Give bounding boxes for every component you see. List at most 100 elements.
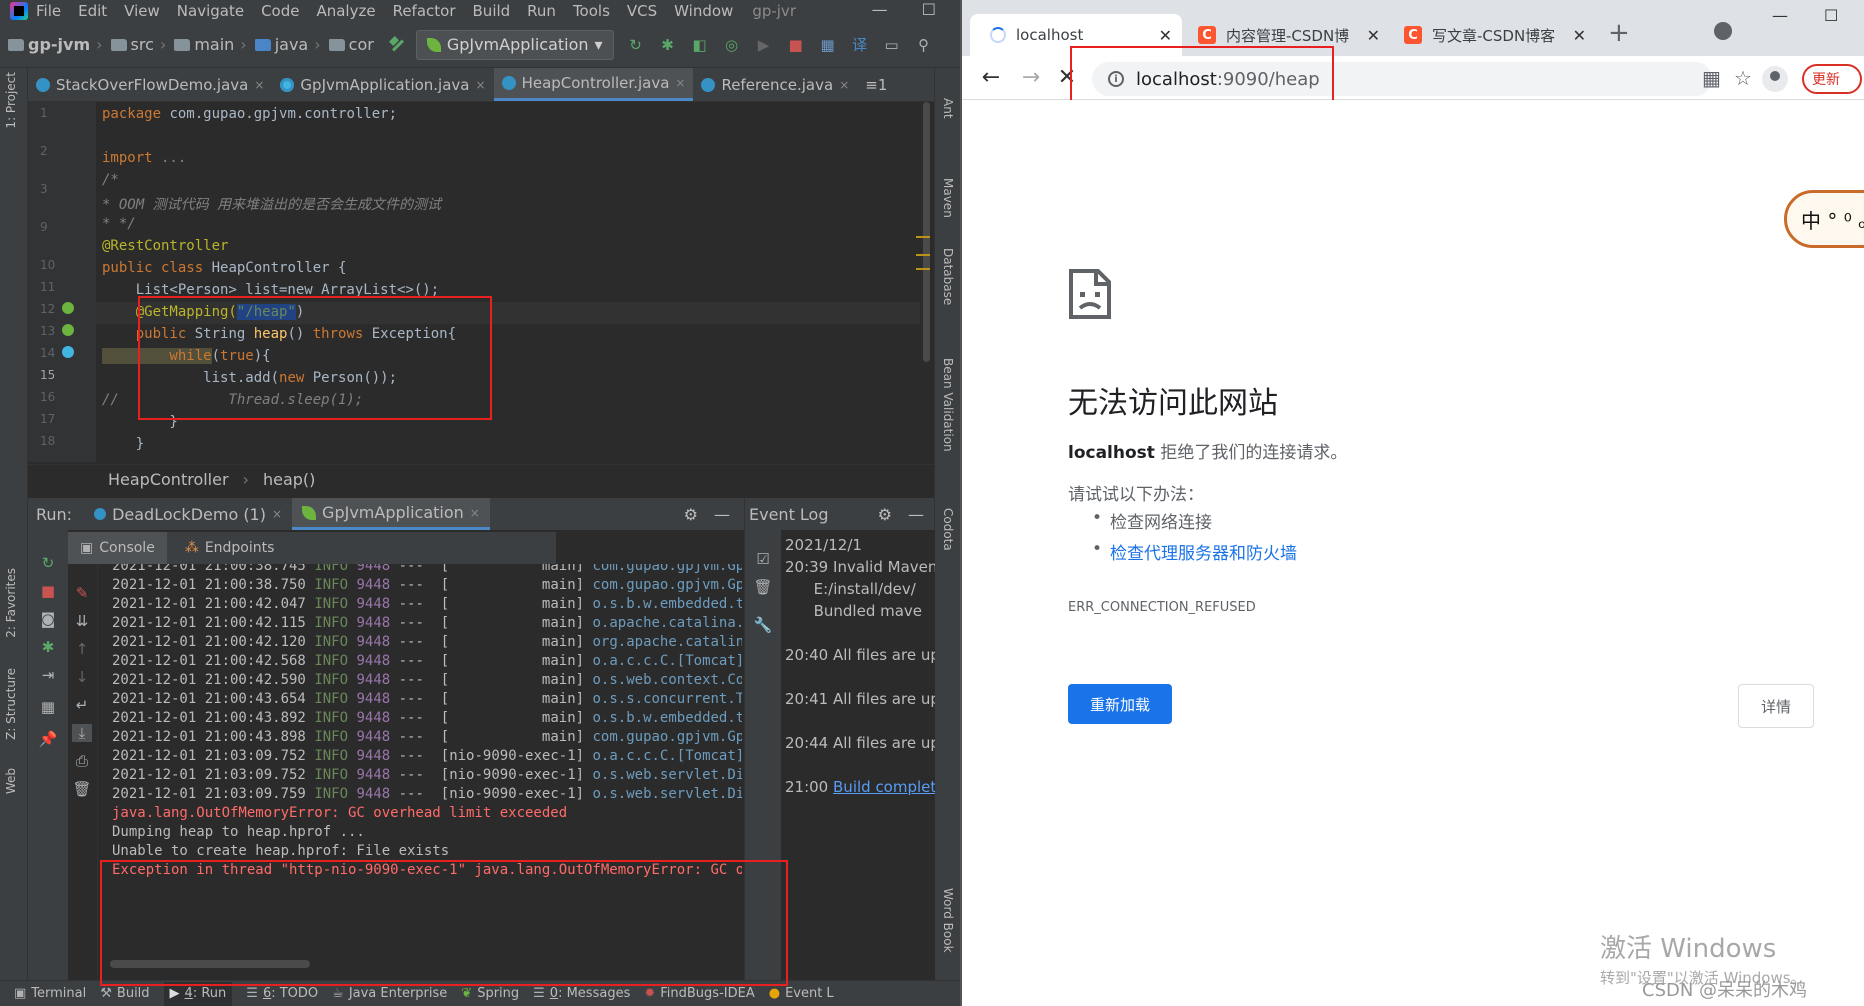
- menu-edit[interactable]: Edit: [78, 2, 107, 20]
- maximize-icon[interactable]: ☐: [1824, 6, 1838, 25]
- console-horizontal-scrollbar[interactable]: [110, 960, 310, 968]
- arrow-down-icon[interactable]: ↓: [72, 668, 92, 686]
- terminal-window-icon[interactable]: ▭: [882, 35, 902, 55]
- menu-refactor[interactable]: Refactor: [393, 2, 456, 20]
- build-completed-link[interactable]: Build complet: [833, 778, 935, 796]
- close-icon[interactable]: ✕: [1159, 26, 1172, 45]
- pin-icon[interactable]: 📌: [38, 730, 58, 748]
- subtab-console[interactable]: ▣ Console: [68, 532, 167, 564]
- bean-validation-tool-button[interactable]: Bean Validation: [941, 358, 955, 452]
- error-stripe-marker[interactable]: [916, 254, 930, 256]
- reload-button[interactable]: 重新加载: [1068, 684, 1172, 724]
- web-tool-button[interactable]: Web: [4, 768, 18, 794]
- tab-reference[interactable]: Reference.java ×: [693, 68, 857, 101]
- maven-tool-button[interactable]: Maven: [941, 178, 955, 218]
- code-editor[interactable]: package com.gupao.gpjvm.controller; impo…: [96, 102, 920, 462]
- scroll-down-icon[interactable]: ⇊: [72, 612, 92, 630]
- tab-heapcontroller[interactable]: HeapController.java ×: [493, 68, 694, 101]
- structure-tool-button[interactable]: Z: Structure: [4, 668, 18, 740]
- browser-tab-csdn-write[interactable]: C 写文章-CSDN博客 ✕: [1390, 14, 1596, 56]
- close-icon[interactable]: ×: [839, 78, 849, 92]
- word-book-tool-button[interactable]: Word Book: [941, 888, 955, 953]
- maximize-icon[interactable]: ☐: [922, 0, 936, 19]
- profile-avatar-icon[interactable]: [1762, 66, 1788, 92]
- spring-bean-gutter-icon[interactable]: [62, 302, 74, 314]
- exit-icon[interactable]: ⇥: [38, 666, 58, 684]
- coverage-icon[interactable]: ◧: [690, 35, 710, 55]
- tool-button-java-enterprise[interactable]: ☕ Java Enterprise: [332, 986, 447, 1001]
- rerun-icon[interactable]: ↻: [626, 35, 646, 55]
- build-hammer-icon[interactable]: [388, 36, 406, 54]
- close-icon[interactable]: ×: [272, 507, 282, 521]
- breadcrumb-src[interactable]: src ›: [110, 35, 166, 54]
- site-info-icon[interactable]: i: [1108, 71, 1124, 87]
- minimize-icon[interactable]: —: [1772, 6, 1788, 25]
- close-icon[interactable]: ×: [470, 506, 480, 520]
- tab-stackoverflowdemo[interactable]: StackOverFlowDemo.java ×: [28, 68, 272, 101]
- soft-wrap-icon[interactable]: ↵: [72, 696, 92, 714]
- stop-icon[interactable]: ■: [786, 35, 806, 55]
- trash-icon[interactable]: 🗑: [753, 578, 773, 596]
- close-icon[interactable]: ×: [254, 78, 264, 92]
- grid-apps-icon[interactable]: ▦: [1702, 66, 1721, 90]
- forward-arrow-icon[interactable]: →: [1016, 65, 1046, 90]
- ant-tool-button[interactable]: Ant: [941, 98, 955, 119]
- search-icon[interactable]: ⚲: [914, 35, 934, 55]
- close-icon[interactable]: ×: [476, 78, 486, 92]
- tool-button-spring[interactable]: ❦ Spring: [461, 986, 519, 1001]
- debug-bug-icon[interactable]: ✱: [658, 35, 678, 55]
- close-icon[interactable]: ×: [675, 76, 685, 90]
- gear-icon[interactable]: ⚙: [878, 505, 892, 524]
- favorites-tool-button[interactable]: 2: Favorites: [4, 568, 18, 638]
- mark-read-icon[interactable]: ☑: [753, 550, 773, 568]
- request-mapping-gutter-icon[interactable]: [62, 346, 74, 358]
- breadcrumb-method[interactable]: heap(): [263, 470, 315, 489]
- breadcrumb-project[interactable]: gp-jvm ›: [8, 35, 103, 54]
- scroll-to-end-icon[interactable]: ⤓: [72, 724, 92, 742]
- run-tab-gpjvmapplication[interactable]: GpJvmApplication ×: [292, 498, 490, 530]
- wrench-icon[interactable]: 🔧: [753, 616, 773, 634]
- run-tab-deadlockdemo[interactable]: DeadLockDemo (1) ×: [84, 498, 292, 530]
- breadcrumb-com[interactable]: cor: [328, 35, 374, 54]
- gear-icon[interactable]: ⚙: [684, 505, 698, 524]
- stop-loading-icon[interactable]: ✕: [1052, 65, 1082, 90]
- project-tool-button[interactable]: 1: Project: [4, 72, 18, 129]
- profile-icon[interactable]: ◎: [722, 35, 742, 55]
- database-tool-button[interactable]: Database: [941, 248, 955, 305]
- error-stripe-marker[interactable]: [916, 236, 930, 238]
- tool-button-run-play[interactable]: ▶ 4: Run: [163, 981, 233, 1006]
- browser-tab-localhost[interactable]: localhost ✕: [970, 14, 1182, 56]
- menu-file[interactable]: File: [36, 2, 61, 20]
- tool-button-messages[interactable]: ☰ 0: Messages: [533, 986, 630, 1001]
- arrow-up-icon[interactable]: ↑: [72, 640, 92, 658]
- close-icon[interactable]: ✕: [1367, 26, 1380, 45]
- trash-icon[interactable]: 🗑: [72, 780, 92, 798]
- menu-navigate[interactable]: Navigate: [177, 2, 244, 20]
- back-arrow-icon[interactable]: ←: [976, 65, 1006, 90]
- close-icon[interactable]: ✕: [1573, 26, 1586, 45]
- menu-analyze[interactable]: Analyze: [316, 2, 375, 20]
- menu-run[interactable]: Run: [527, 2, 556, 20]
- menu-build[interactable]: Build: [473, 2, 511, 20]
- minimize-icon[interactable]: —: [872, 0, 888, 19]
- layout-icon[interactable]: ▦: [38, 698, 58, 716]
- menu-window[interactable]: Window: [674, 2, 733, 20]
- codota-tool-button[interactable]: Codota: [941, 508, 955, 551]
- menu-view[interactable]: View: [124, 2, 160, 20]
- tab-overflow-menu[interactable]: ≡1: [857, 68, 895, 101]
- new-tab-plus-icon[interactable]: +: [1608, 18, 1630, 48]
- translate-icon[interactable]: 译: [850, 35, 870, 55]
- tab-search-icon[interactable]: [1714, 22, 1732, 40]
- clear-pen-icon[interactable]: ✎: [72, 584, 92, 602]
- error-stripe-marker[interactable]: [916, 268, 930, 270]
- menu-vcs[interactable]: VCS: [627, 2, 657, 20]
- bookmark-star-icon[interactable]: ☆: [1734, 66, 1752, 90]
- browser-tab-csdn-content[interactable]: C 内容管理-CSDN博 ✕: [1184, 14, 1390, 56]
- stop-icon[interactable]: ■: [38, 582, 58, 600]
- breadcrumb-class[interactable]: HeapController: [108, 470, 229, 489]
- print-icon[interactable]: ⎙: [72, 752, 92, 770]
- tool-button-findbugs[interactable]: ✹ FindBugs-IDEA: [644, 986, 754, 1001]
- menu-tools[interactable]: Tools: [573, 2, 610, 20]
- hide-panel-icon[interactable]: —: [714, 505, 730, 524]
- project-structure-icon[interactable]: ▦: [818, 35, 838, 55]
